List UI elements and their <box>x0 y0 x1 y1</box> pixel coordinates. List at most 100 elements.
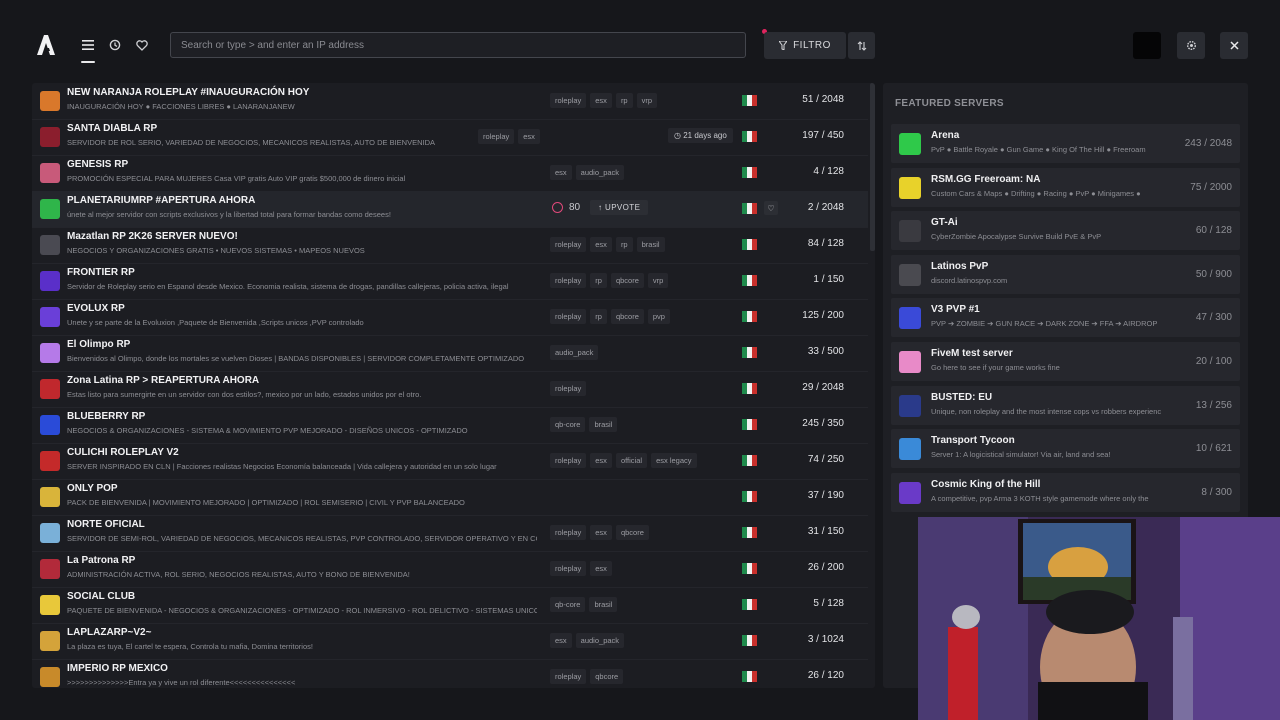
server-tag: pvp <box>647 309 670 324</box>
filter-button[interactable]: FILTRO <box>764 32 846 59</box>
server-tags: roleplay esx <box>478 129 540 144</box>
featured-server-row[interactable]: Cosmic King of the Hill A competitive, pv… <box>891 472 1240 512</box>
search-bar[interactable] <box>170 32 746 58</box>
server-row[interactable]: ONLY POP PACK DE BIENVENIDA | MOVIMIENTO … <box>32 479 868 516</box>
server-tag: rp <box>615 237 633 252</box>
server-name: SANTA DIABLA RP <box>67 123 158 134</box>
heart-icon[interactable] <box>133 36 151 54</box>
scrollbar-thumb[interactable] <box>870 83 875 251</box>
server-name: FRONTIER RP <box>67 267 135 278</box>
upvote-button[interactable]: ↑ UPVOTE <box>590 200 649 215</box>
featured-server-name: BUSTED: EU <box>931 391 993 403</box>
fivem-logo-icon[interactable] <box>36 34 56 56</box>
server-tag: rp <box>615 93 633 108</box>
server-row[interactable]: SOCIAL CLUB PAQUETE DE BIENVENIDA - NEGOC… <box>32 587 868 624</box>
scrollbar[interactable] <box>870 83 875 688</box>
server-row[interactable]: LAPLAZARP~V2~ La plaza es tuya, El cartel… <box>32 623 868 660</box>
upvote-number: 80 <box>569 202 581 213</box>
server-icon <box>40 415 60 435</box>
featured-player-count: 10 / 621 <box>1195 443 1232 455</box>
server-row[interactable]: GENESIS RP PROMOCIÓN ESPECIAL PARA MUJERE… <box>32 155 868 192</box>
server-name: EVOLUX RP <box>67 303 125 314</box>
mexico-flag-icon <box>742 671 757 682</box>
server-tag: esx <box>518 129 540 144</box>
server-description: únete al mejor servidor con scripts excl… <box>67 210 391 219</box>
featured-server-icon <box>899 307 921 330</box>
server-row[interactable]: CULICHI ROLEPLAY V2 SERVER INSPIRADO EN C… <box>32 443 868 480</box>
player-count: 197 / 450 <box>802 130 844 141</box>
mexico-flag-icon <box>742 635 757 646</box>
history-icon[interactable] <box>106 36 124 54</box>
server-name: El Olimpo RP <box>67 339 131 350</box>
server-icon <box>40 343 60 363</box>
mexico-flag-icon <box>742 563 757 574</box>
server-tag: roleplay <box>550 93 587 108</box>
featured-server-row[interactable]: Arena PvP ● Battle Royale ● Gun Game ● Ki… <box>891 124 1240 163</box>
server-name: Mazatlan RP 2K26 SERVER NUEVO! <box>67 231 238 242</box>
server-row[interactable]: IMPERIO RP MEXICO >>>>>>>>>>>>>>Entra ya … <box>32 659 868 688</box>
featured-server-row[interactable]: Latinos PvP discord.latinospvp.com 50 / 90… <box>891 254 1240 294</box>
server-icon <box>40 631 60 651</box>
server-row[interactable]: FRONTIER RP Servidor de Roleplay serio en… <box>32 263 868 300</box>
server-row[interactable]: NEW NARANJA ROLEPLAY #INAUGURACIÓN HOY IN… <box>32 83 868 120</box>
server-description: PAQUETE DE BIENVENIDA - NEGOCIOS & ORGAN… <box>67 606 537 615</box>
server-tags: audio_pack <box>550 345 599 360</box>
server-row[interactable]: SANTA DIABLA RP SERVIDOR DE ROL SERIO, VA… <box>32 119 868 156</box>
featured-title: FEATURED SERVERS <box>895 98 1004 109</box>
server-tag: qbcore <box>610 309 644 324</box>
server-tag: roleplay <box>550 453 587 468</box>
featured-player-count: 50 / 900 <box>1195 268 1232 280</box>
featured-server-icon <box>899 438 921 461</box>
server-row[interactable]: NORTE OFICIAL SERVIDOR DE SEMI-ROL, VARIE… <box>32 515 868 552</box>
search-input[interactable] <box>179 38 737 52</box>
server-row[interactable]: La Patrona RP ADMINISTRACIÓN ACTIVA, ROL … <box>32 551 868 588</box>
mexico-flag-icon <box>742 95 757 106</box>
server-description: PACK DE BIENVENIDA | MOVIMIENTO MEJORADO… <box>67 498 465 507</box>
favorite-heart-icon[interactable]: ♡ <box>764 201 778 215</box>
sort-button[interactable] <box>848 32 875 59</box>
server-tag: roleplay <box>550 669 587 684</box>
featured-server-row[interactable]: FiveM test server Go here to see if your … <box>891 342 1240 381</box>
featured-server-row[interactable]: RSM.GG Freeroam: NA Custom Cars & Maps ● … <box>891 167 1240 207</box>
featured-server-description: Unique, non roleplay and the most intens… <box>931 406 1161 416</box>
featured-server-description: PVP ➔ ZOMBIE ➔ GUN RACE ➔ DARK ZONE ➔ FF… <box>931 319 1158 329</box>
featured-server-row[interactable]: BUSTED: EU Unique, non roleplay and the m… <box>891 385 1240 425</box>
featured-server-row[interactable]: GT-Ai CyberZombie Apocalypse Survive Buil… <box>891 211 1240 251</box>
close-button[interactable] <box>1220 32 1248 59</box>
server-row[interactable]: EVOLUX RP Unete y se parte de la Evoluxio… <box>32 299 868 336</box>
server-icon <box>40 451 60 471</box>
player-count: 33 / 500 <box>807 346 844 357</box>
list-icon[interactable] <box>79 36 97 63</box>
user-avatar[interactable] <box>1133 32 1161 59</box>
player-count: 4 / 128 <box>813 166 844 177</box>
server-name: IMPERIO RP MEXICO <box>67 663 168 674</box>
server-tags: qb-core brasil <box>550 417 618 432</box>
server-name: SOCIAL CLUB <box>67 591 136 602</box>
server-tag: audio_pack <box>575 633 625 648</box>
settings-button[interactable] <box>1177 32 1205 59</box>
server-row[interactable]: PLANETARIUMRP #APERTURA AHORA únete al me… <box>32 191 868 228</box>
featured-server-row[interactable]: V3 PVP #1 PVP ➔ ZOMBIE ➔ GUN RACE ➔ DARK … <box>891 298 1240 338</box>
mexico-flag-icon <box>742 599 757 610</box>
featured-player-count: 13 / 256 <box>1195 399 1232 411</box>
server-description: SERVIDOR DE ROL SERIO, VARIEDAD DE NEGOC… <box>67 138 435 147</box>
server-row[interactable]: Mazatlan RP 2K26 SERVER NUEVO! NEGOCIOS Y… <box>32 227 868 264</box>
server-description: NEGOCIOS Y ORGANIZACIONES GRATIS • NUEVO… <box>67 246 365 255</box>
server-tag: esx <box>590 525 612 540</box>
server-row[interactable]: El Olimpo RP Bienvenidos al Olimpo, donde… <box>32 335 868 372</box>
server-row[interactable]: BLUEBERRY RP NEGOCIOS & ORGANIZACIONES - … <box>32 407 868 444</box>
mexico-flag-icon <box>742 311 757 322</box>
server-tags: esx audio_pack <box>550 165 625 180</box>
mexico-flag-icon <box>742 527 757 538</box>
server-list[interactable]: NEW NARANJA ROLEPLAY #INAUGURACIÓN HOY IN… <box>32 83 875 688</box>
server-tags: qb-core brasil <box>550 597 618 612</box>
server-row[interactable]: Zona Latina RP > REAPERTURA AHORA Estas l… <box>32 371 868 408</box>
server-tag: esx <box>590 237 612 252</box>
featured-server-description: A competitive, pvp Arma 3 KOTH style gam… <box>931 493 1149 503</box>
player-count: 51 / 2048 <box>802 94 844 105</box>
server-icon <box>40 307 60 327</box>
featured-server-row[interactable]: Transport Tycoon Server 1: A logicistical… <box>891 429 1240 469</box>
featured-server-icon <box>899 133 921 155</box>
server-description: Bienvenidos al Olimpo, donde los mortale… <box>67 354 525 363</box>
server-name: CULICHI ROLEPLAY V2 <box>67 447 179 458</box>
